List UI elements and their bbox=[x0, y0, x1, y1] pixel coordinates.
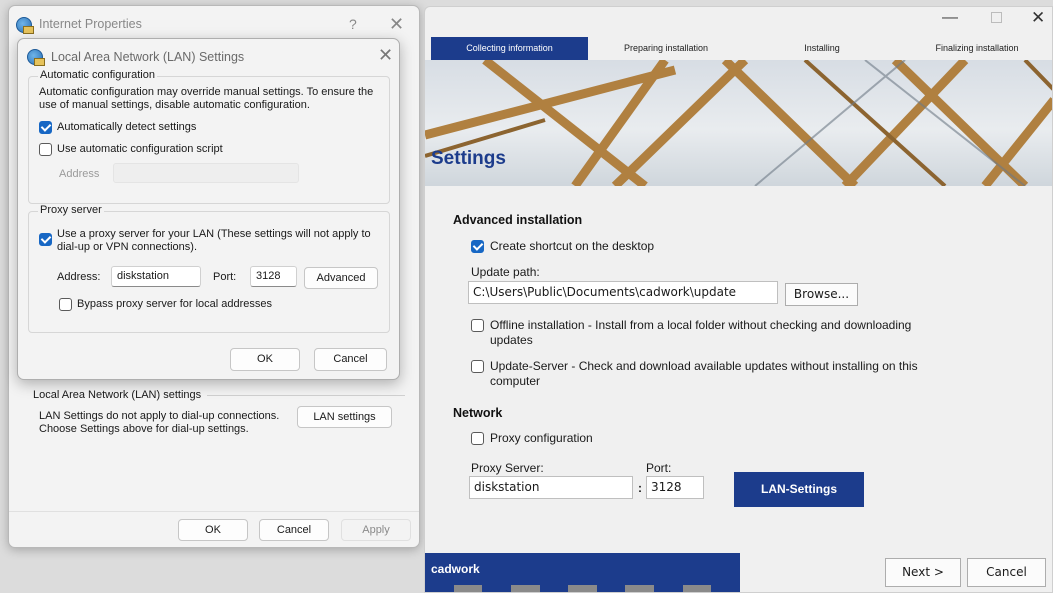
proxy-config-label: Proxy configuration bbox=[490, 431, 593, 445]
use-script-checkbox[interactable] bbox=[39, 143, 52, 156]
cancel-button[interactable]: Cancel bbox=[259, 519, 329, 541]
timber-roof-graphic bbox=[425, 60, 1052, 186]
internet-properties-title: Internet Properties bbox=[39, 17, 142, 31]
auto-detect-checkbox[interactable] bbox=[39, 121, 52, 134]
proxy-config-checkbox[interactable] bbox=[471, 432, 484, 445]
shortcut-checkbox-row[interactable]: Create shortcut on the desktop bbox=[471, 239, 654, 254]
header-banner-image: Settings bbox=[425, 60, 1052, 186]
use-proxy-checkbox[interactable] bbox=[39, 233, 52, 246]
update-server-checkbox-row[interactable]: Update-Server - Check and download avail… bbox=[471, 359, 991, 389]
step-collecting-information: Collecting information bbox=[431, 37, 588, 60]
brand-color-strip bbox=[425, 585, 741, 592]
offline-install-checkbox-row[interactable]: Offline installation - Install from a lo… bbox=[471, 318, 991, 348]
page-title: Settings bbox=[431, 148, 506, 169]
bypass-local-label: Bypass proxy server for local addresses bbox=[77, 298, 273, 310]
lan-dialog-title: Local Area Network (LAN) Settings bbox=[51, 50, 245, 64]
internet-options-icon bbox=[27, 49, 45, 66]
use-script-checkbox-row[interactable]: Use automatic configuration script bbox=[39, 143, 223, 156]
proxy-server-group: Proxy server Use a proxy server for your… bbox=[28, 204, 390, 333]
use-proxy-label: Use a proxy server for your LAN (These s… bbox=[57, 228, 371, 253]
step-finalizing-installation: Finalizing installation bbox=[935, 43, 1019, 53]
cadwork-logo-text: cadwork bbox=[431, 562, 480, 576]
update-path-input[interactable]: C:\Users\Public\Documents\cadwork\update bbox=[468, 281, 778, 304]
lan-settings-dialog: Local Area Network (LAN) Settings ✕ Auto… bbox=[17, 38, 400, 380]
advanced-installation-heading: Advanced installation bbox=[453, 213, 583, 227]
footer-divider bbox=[9, 511, 419, 512]
browse-button[interactable]: Browse... bbox=[785, 283, 858, 306]
cadwork-installer-window: — ✕ Collecting information Preparing ins… bbox=[424, 6, 1053, 593]
port-input[interactable]: 3128 bbox=[646, 476, 704, 499]
use-script-label: Use automatic configuration script bbox=[57, 143, 223, 155]
ok-button[interactable]: OK bbox=[178, 519, 248, 541]
internet-properties-titlebar: Internet Properties ? ✕ bbox=[9, 6, 419, 42]
script-address-input[interactable] bbox=[113, 163, 299, 183]
step-installing: Installing bbox=[804, 43, 840, 53]
port-label: Port: bbox=[646, 461, 672, 475]
bypass-local-checkbox-row[interactable]: Bypass proxy server for local addresses bbox=[59, 298, 272, 311]
proxy-server-label: Proxy Server: bbox=[471, 461, 544, 475]
close-icon[interactable]: ✕ bbox=[1031, 8, 1045, 28]
lan-settings-group: Local Area Network (LAN) settings bbox=[33, 389, 405, 401]
maximize-icon[interactable] bbox=[991, 12, 1002, 23]
lan-settings-button[interactable]: LAN-Settings bbox=[734, 472, 864, 507]
apply-button[interactable]: Apply bbox=[341, 519, 411, 541]
update-server-checkbox[interactable] bbox=[471, 360, 484, 373]
installation-steps: Collecting information Preparing install… bbox=[431, 37, 1052, 60]
host-port-separator: : bbox=[638, 481, 642, 495]
auto-detect-label: Automatically detect settings bbox=[57, 121, 197, 133]
help-button[interactable]: ? bbox=[349, 16, 357, 32]
step-preparing-installation: Preparing installation bbox=[623, 43, 709, 53]
advanced-button[interactable]: Advanced bbox=[304, 267, 378, 289]
script-address-label: Address bbox=[59, 168, 100, 180]
auto-detect-checkbox-row[interactable]: Automatically detect settings bbox=[39, 121, 196, 134]
proxy-server-input[interactable]: diskstation bbox=[469, 476, 633, 499]
proxy-port-input[interactable]: 3128 bbox=[250, 266, 297, 287]
proxy-address-input[interactable]: diskstation bbox=[111, 266, 201, 287]
auto-config-description: Automatic configuration may override man… bbox=[39, 86, 374, 111]
close-icon[interactable]: ✕ bbox=[378, 45, 393, 66]
offline-install-checkbox[interactable] bbox=[471, 319, 484, 332]
offline-install-label: Offline installation - Install from a lo… bbox=[490, 318, 912, 347]
auto-config-legend: Automatic configuration bbox=[38, 69, 157, 81]
update-server-label: Update-Server - Check and download avail… bbox=[490, 359, 918, 388]
minimize-icon[interactable]: — bbox=[942, 9, 958, 27]
cancel-button[interactable]: Cancel bbox=[967, 558, 1046, 587]
lan-cancel-button[interactable]: Cancel bbox=[314, 348, 387, 371]
internet-options-icon bbox=[16, 17, 34, 34]
bypass-local-checkbox[interactable] bbox=[59, 298, 72, 311]
proxy-legend: Proxy server bbox=[38, 204, 104, 216]
proxy-address-label: Address: bbox=[57, 271, 101, 283]
shortcut-label: Create shortcut on the desktop bbox=[490, 239, 655, 253]
next-button[interactable]: Next > bbox=[885, 558, 961, 587]
lan-group-description: LAN Settings do not apply to dial-up con… bbox=[39, 410, 280, 435]
network-heading: Network bbox=[453, 406, 503, 420]
proxy-config-checkbox-row[interactable]: Proxy configuration bbox=[471, 431, 593, 446]
lan-settings-button[interactable]: LAN settings bbox=[297, 406, 392, 428]
group-divider bbox=[207, 394, 405, 396]
lan-ok-button[interactable]: OK bbox=[230, 348, 300, 371]
close-icon[interactable]: ✕ bbox=[389, 14, 404, 35]
proxy-port-label: Port: bbox=[213, 271, 237, 283]
shortcut-checkbox[interactable] bbox=[471, 240, 484, 253]
automatic-configuration-group: Automatic configuration Automatic config… bbox=[28, 69, 390, 204]
update-path-label: Update path: bbox=[471, 265, 540, 279]
use-proxy-checkbox-row[interactable]: Use a proxy server for your LAN (These s… bbox=[39, 228, 379, 254]
lan-group-legend: Local Area Network (LAN) settings bbox=[33, 389, 202, 401]
